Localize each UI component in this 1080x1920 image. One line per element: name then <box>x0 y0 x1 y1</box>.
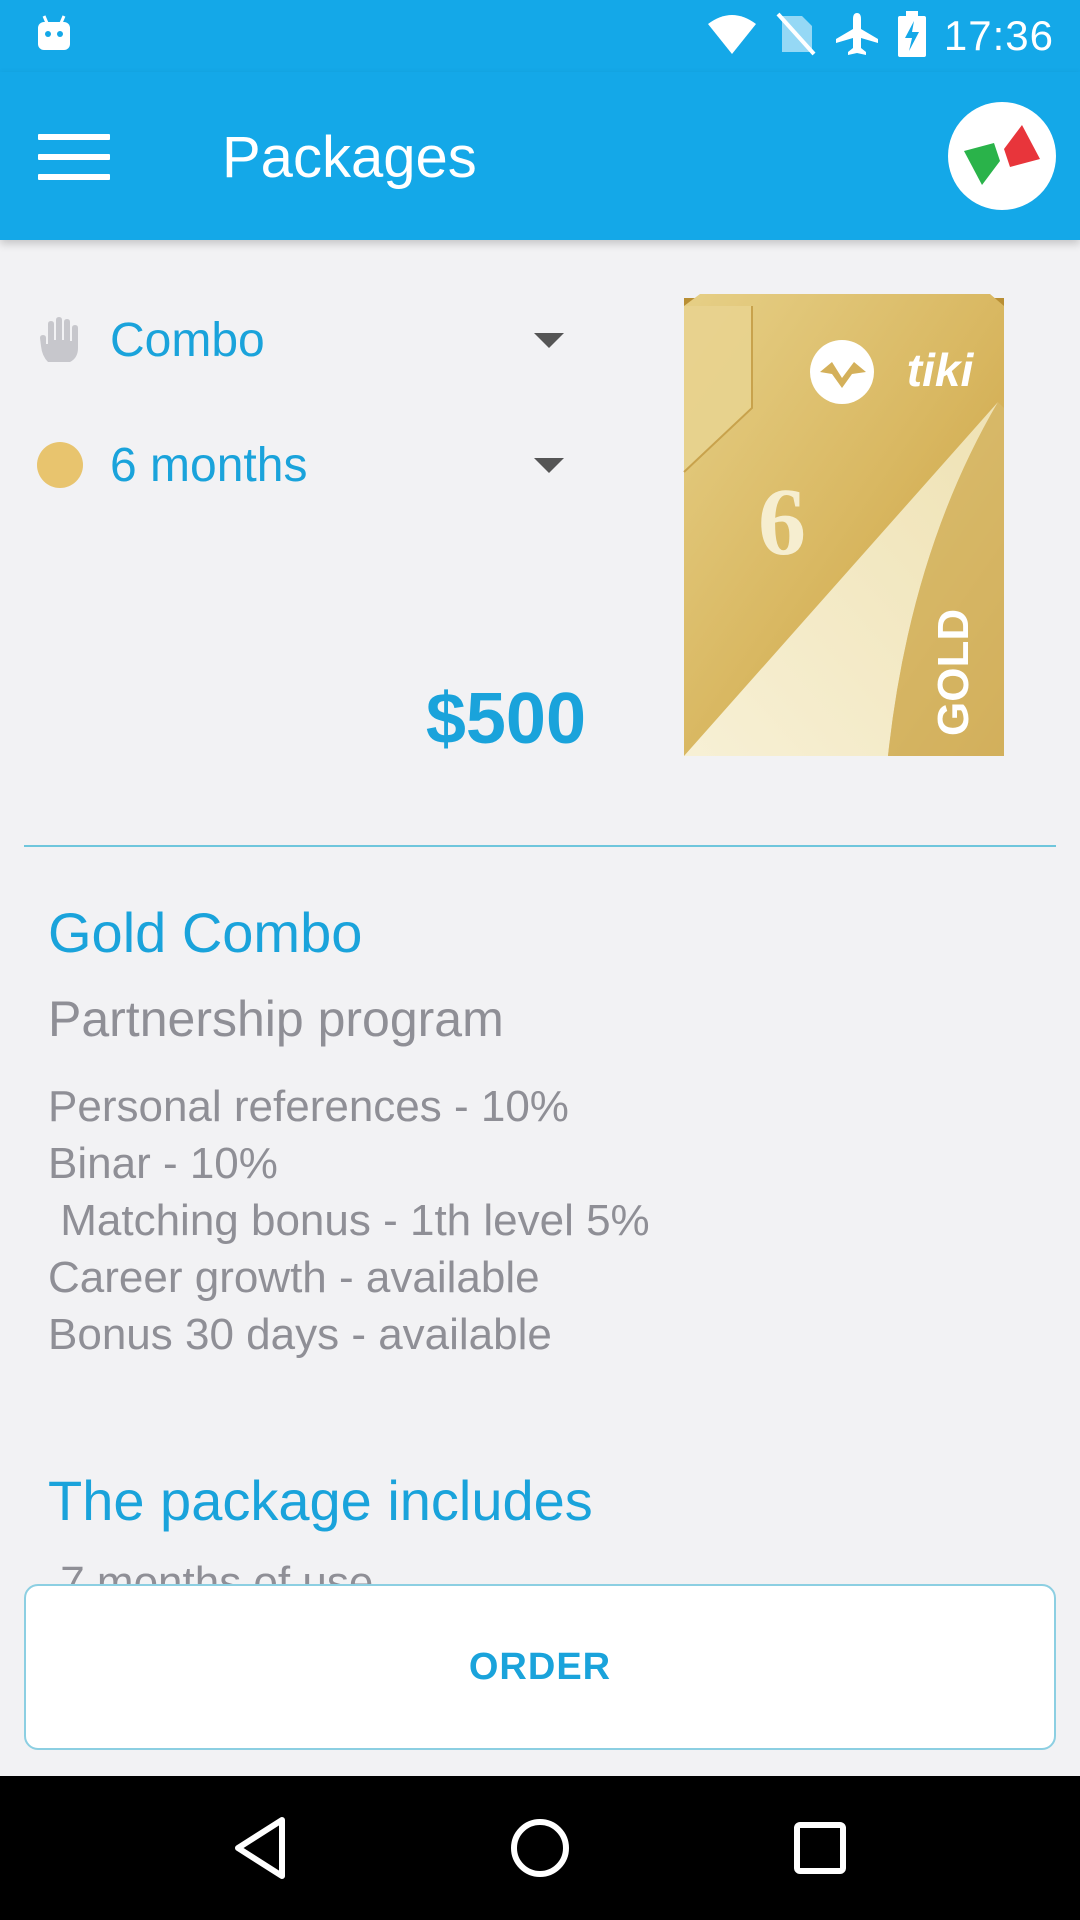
page-title: Packages <box>222 125 477 190</box>
wifi-icon <box>706 12 758 61</box>
list-item: Personal references - 10% <box>48 1082 569 1131</box>
app-bar: Packages <box>0 72 1080 240</box>
battery-charging-icon <box>897 10 926 62</box>
package-duration-value: 6 months <box>110 438 308 492</box>
order-button[interactable]: ORDER <box>24 1584 1056 1750</box>
package-name: Gold Combo <box>48 901 363 964</box>
package-price: $500 <box>425 679 586 759</box>
gold-package-image: tiki 6 GOLD <box>680 292 1010 762</box>
program-title: Partnership program <box>48 991 504 1047</box>
no-sim-icon <box>776 12 816 61</box>
navigation-bar <box>0 1776 1080 1920</box>
back-icon[interactable] <box>210 1798 310 1898</box>
status-time: 17:36 <box>943 12 1054 59</box>
list-item: Binar - 10% <box>48 1139 278 1188</box>
airplane-mode-icon <box>834 11 880 62</box>
package-brand: tiki <box>907 344 975 396</box>
avatar[interactable] <box>948 102 1056 210</box>
hand-icon <box>34 314 86 366</box>
chevron-down-icon <box>534 332 564 348</box>
chevron-down-icon <box>534 457 564 473</box>
package-type-dropdown[interactable]: Combo <box>34 300 574 380</box>
package-duration-dropdown[interactable]: 6 months <box>34 425 574 505</box>
list-item: Matching bonus - 1th level 5% <box>48 1196 650 1245</box>
package-level: GOLD <box>929 609 978 736</box>
package-type-value: Combo <box>110 313 265 367</box>
hamburger-menu-icon[interactable] <box>38 122 124 192</box>
app-logo-icon <box>964 125 1040 185</box>
package-number: 6 <box>758 468 806 575</box>
includes-title: The package includes <box>48 1469 593 1532</box>
list-item: Bonus 30 days - available <box>48 1310 552 1359</box>
home-icon[interactable] <box>490 1798 590 1898</box>
list-item: Career growth - available <box>48 1253 540 1302</box>
divider <box>24 845 1056 847</box>
android-icon <box>36 14 72 54</box>
status-bar: 17:36 <box>0 0 1080 72</box>
gold-dot-icon <box>34 439 86 491</box>
recent-apps-icon[interactable] <box>770 1798 870 1898</box>
feature-list: Personal references - 10% Binar - 10% Ma… <box>48 1078 650 1363</box>
package-content: Combo 6 months $500 tiki 6 GOLD Gold Com… <box>0 240 1080 1776</box>
